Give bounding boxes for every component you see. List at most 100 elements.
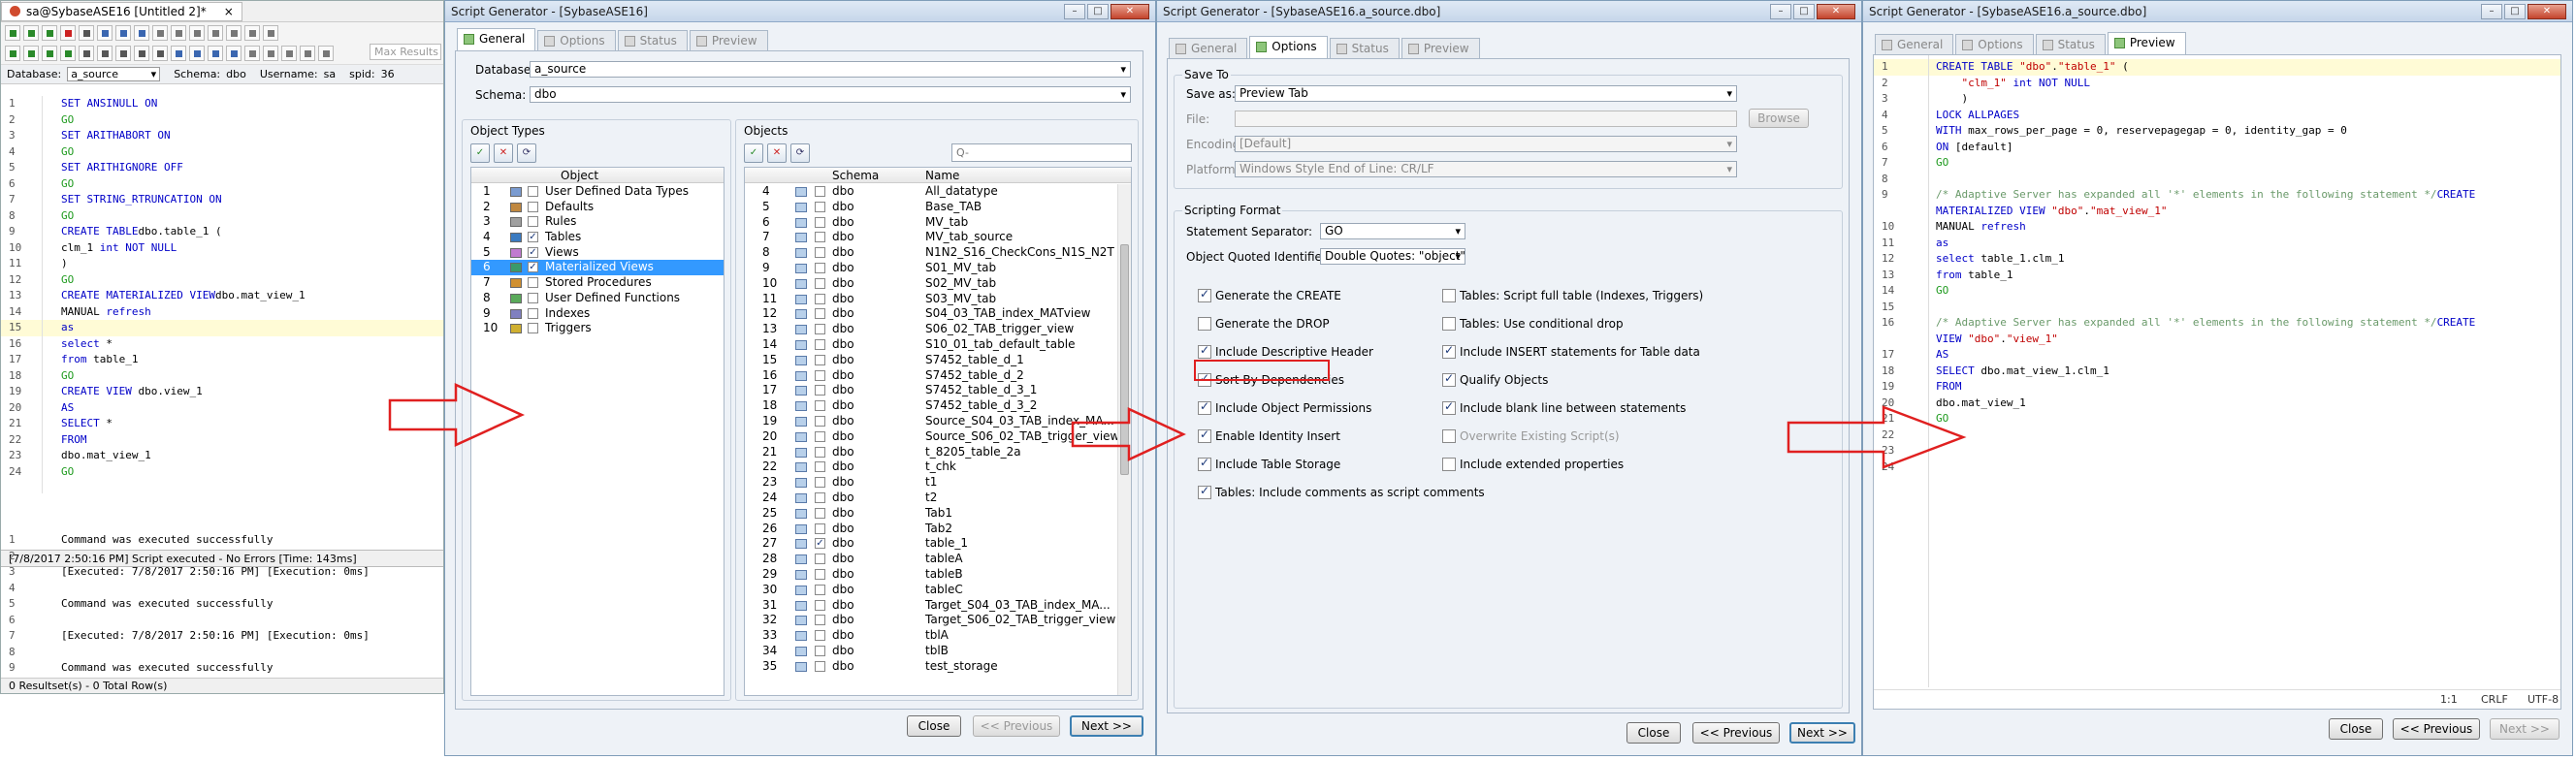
object-row[interactable]: 28 dbo tableA [745, 552, 1117, 567]
separator-select[interactable]: GO [1320, 223, 1465, 239]
close-window-button[interactable]: ✕ [1817, 3, 1855, 19]
close-window-button[interactable]: ✕ [1111, 3, 1149, 19]
toolbar-icon[interactable] [42, 46, 57, 61]
tab-status[interactable]: Status [617, 30, 688, 50]
previous-button[interactable]: << Previous [2393, 718, 2480, 740]
row-checkbox[interactable] [528, 216, 538, 228]
object-row[interactable]: 29 dbo tableB [745, 567, 1117, 583]
object-row[interactable]: 23 dbo t1 [745, 475, 1117, 491]
row-checkbox[interactable] [815, 584, 825, 595]
object-type-row[interactable]: 5 ✓ Views [471, 245, 724, 261]
toolbar-icon[interactable] [79, 46, 94, 61]
toolbar-icon[interactable] [97, 46, 113, 61]
toolbar-icon[interactable] [281, 46, 297, 61]
check-all-objects-button[interactable]: ✓ [744, 143, 763, 163]
row-checkbox[interactable] [815, 186, 825, 197]
object-row[interactable]: 18 dbo S7452_table_d_3_2 [745, 398, 1117, 414]
row-checkbox[interactable] [815, 385, 825, 396]
object-row[interactable]: 35 dbo test_storage [745, 659, 1117, 675]
row-checkbox[interactable]: ✓ [528, 232, 538, 243]
schema-select[interactable]: dbo [530, 86, 1131, 103]
object-row[interactable]: 16 dbo S7452_table_d_2 [745, 368, 1117, 384]
row-checkbox[interactable] [815, 201, 825, 212]
object-row[interactable]: 25 dbo Tab1 [745, 506, 1117, 522]
option-checkbox[interactable]: Tables: Use conditional drop [1442, 317, 1624, 331]
object-row[interactable]: 6 dbo MV_tab [745, 215, 1117, 231]
row-checkbox[interactable] [815, 232, 825, 243]
row-checkbox[interactable] [815, 615, 825, 626]
row-checkbox[interactable]: ✓ [528, 246, 538, 258]
option-checkbox[interactable]: Include Descriptive Header [1198, 343, 1373, 359]
option-checkbox[interactable]: Generate the CREATE [1198, 287, 1341, 302]
toolbar-icon[interactable] [226, 25, 242, 41]
object-row[interactable]: 33 dbo tblA [745, 628, 1117, 644]
maximize-button[interactable]: □ [2504, 3, 2526, 19]
object-type-row[interactable]: 7 Stored Procedures [471, 275, 724, 291]
object-row[interactable]: 24 dbo t2 [745, 491, 1117, 506]
option-checkbox[interactable]: Include Object Permissions [1198, 399, 1371, 415]
object-type-row[interactable]: 6 ✓ Materialized Views [471, 260, 724, 276]
check-all-button[interactable]: ✓ [470, 143, 490, 163]
toolbar-icon[interactable] [23, 46, 39, 61]
object-row[interactable]: 7 dbo MV_tab_source [745, 230, 1117, 245]
toolbar-icon[interactable] [244, 46, 260, 61]
row-checkbox[interactable] [815, 599, 825, 611]
row-checkbox[interactable] [815, 216, 825, 228]
browse-button[interactable]: Browse [1749, 109, 1809, 128]
option-checkbox[interactable]: Include INSERT statements for Table data [1442, 343, 1700, 359]
object-row[interactable]: 8 dbo N1N2_S16_CheckCons_N1S_N2T [745, 245, 1117, 261]
toolbar-icon[interactable] [60, 25, 76, 41]
row-checkbox[interactable] [815, 645, 825, 656]
object-type-row[interactable]: 2 Defaults [471, 200, 724, 215]
row-checkbox[interactable] [815, 461, 825, 473]
toolbar-icon[interactable] [171, 25, 186, 41]
row-checkbox[interactable] [815, 630, 825, 642]
objects-search-input[interactable]: Q- [951, 143, 1132, 162]
close-button[interactable]: Close [1626, 722, 1681, 744]
toolbar-icon[interactable] [5, 46, 20, 61]
object-row[interactable]: 14 dbo S10_01_tab_default_table [745, 337, 1117, 353]
row-checkbox[interactable] [815, 277, 825, 289]
toolbar-icon[interactable] [226, 46, 242, 61]
row-checkbox[interactable] [815, 446, 825, 458]
toolbar-icon[interactable] [60, 46, 76, 61]
output-panel[interactable]: 1 Command was executed successfully 2 3 [Exe… [1, 532, 443, 676]
encoding-select[interactable]: [Default] [1235, 136, 1737, 152]
object-type-row[interactable]: 9 Indexes [471, 306, 724, 322]
option-checkbox[interactable]: Generate the DROP [1198, 317, 1330, 331]
close-button[interactable]: Close [907, 715, 961, 737]
object-row[interactable]: 4 dbo All_datatype [745, 184, 1117, 200]
row-checkbox[interactable]: ✓ [815, 538, 825, 550]
object-row[interactable]: 30 dbo tableC [745, 583, 1117, 598]
toolbar-icon[interactable] [263, 46, 278, 61]
toolbar-icon[interactable] [42, 25, 57, 41]
save-as-select[interactable]: Preview Tab [1235, 85, 1737, 102]
database-select[interactable]: a_source [530, 61, 1131, 78]
toolbar-icon[interactable] [208, 46, 223, 61]
row-checkbox[interactable] [815, 369, 825, 381]
option-checkbox[interactable]: Include extended properties [1442, 458, 1624, 471]
tab-preview[interactable]: Preview [2107, 32, 2186, 54]
row-checkbox[interactable] [815, 568, 825, 580]
toolbar-icon[interactable] [189, 46, 205, 61]
object-row[interactable]: 17 dbo S7452_table_d_3_1 [745, 383, 1117, 398]
toolbar-icon[interactable] [23, 25, 39, 41]
object-row[interactable]: 22 dbo t_chk [745, 459, 1117, 475]
row-checkbox[interactable] [528, 201, 538, 212]
toolbar-icon[interactable] [244, 25, 260, 41]
close-window-button[interactable]: ✕ [2528, 3, 2566, 19]
row-checkbox[interactable] [815, 491, 825, 503]
next-button[interactable]: Next >> [1070, 715, 1143, 737]
platform-select[interactable]: Windows Style End of Line: CR/LF [1235, 161, 1737, 177]
tab-options[interactable]: Options [1249, 36, 1328, 58]
toolbar-icon[interactable] [115, 25, 131, 41]
row-checkbox[interactable] [528, 186, 538, 197]
object-row[interactable]: 13 dbo S06_02_TAB_trigger_view [745, 322, 1117, 337]
toolbar-icon[interactable] [152, 46, 168, 61]
row-checkbox[interactable] [815, 477, 825, 489]
toolbar-icon[interactable] [97, 25, 113, 41]
object-row[interactable]: 9 dbo S01_MV_tab [745, 261, 1117, 276]
object-row[interactable]: 34 dbo tblB [745, 644, 1117, 659]
maximize-button[interactable]: □ [1087, 3, 1109, 19]
tab-general[interactable]: General [457, 28, 536, 50]
